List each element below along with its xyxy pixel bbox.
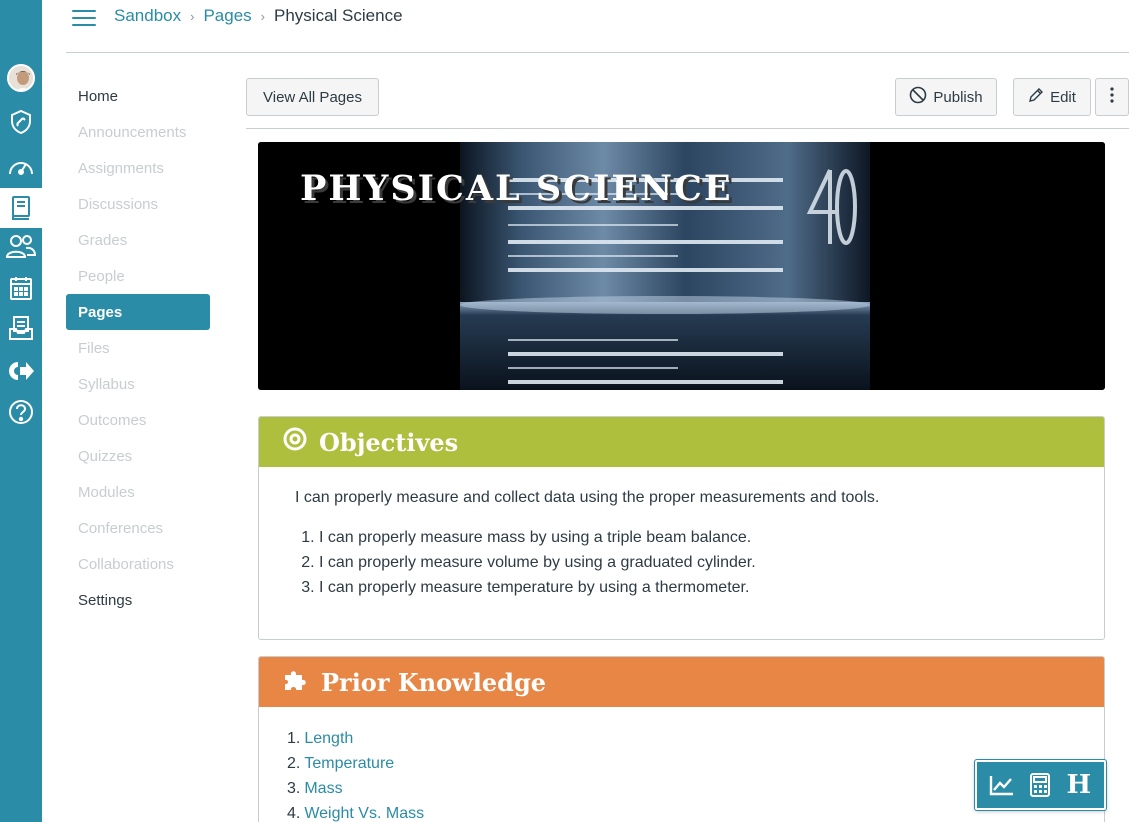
calendar-icon [9,275,33,301]
pencil-icon [1028,87,1044,107]
avatar [7,64,35,92]
inbox-icon [8,315,34,341]
chart-line-icon[interactable] [986,769,1018,801]
edit-button[interactable]: Edit [1013,78,1091,116]
banner-title: PHYSICAL SCIENCE [300,168,733,209]
course-nav-grades[interactable]: Grades [66,222,210,258]
objective-item: I can properly measure mass by using a t… [319,525,1068,550]
list-item: 1. Length [287,730,354,747]
course-nav-discussions[interactable]: Discussions [66,186,210,222]
calculator-icon[interactable] [1024,769,1056,801]
breadcrumb: Sandbox › Pages › Physical Science [114,6,403,26]
course-nav-pages[interactable]: Pages [66,294,210,330]
course-nav-collaborations[interactable]: Collaborations [66,546,210,582]
course-nav-outcomes[interactable]: Outcomes [66,402,210,438]
course-nav-people[interactable]: People [66,258,210,294]
link-temperature[interactable]: Temperature [304,755,394,772]
objectives-title: Objectives [319,427,459,457]
dashboard-nav[interactable] [0,146,42,186]
objectives-list: I can properly measure mass by using a t… [295,525,1068,600]
help-nav[interactable] [0,392,42,432]
edit-label: Edit [1050,88,1076,106]
more-options-button[interactable] [1095,78,1129,116]
puzzle-piece-icon [283,667,309,697]
list-item: 4. Weight Vs. Mass [287,805,425,822]
unpublished-icon [909,86,927,108]
objective-item: I can properly measure volume by using a… [319,550,1068,575]
top-bar: Sandbox › Pages › Physical Science [66,0,1129,53]
view-all-pages-label: View All Pages [263,88,362,106]
link-length[interactable]: Length [304,730,353,747]
course-nav-home[interactable]: Home [66,78,210,114]
publish-button[interactable]: Publish [895,78,997,116]
course-nav-assignments[interactable]: Assignments [66,150,210,186]
objectives-intro: I can properly measure and collect data … [295,489,880,506]
h-tool-button[interactable]: H [1063,769,1095,801]
book-icon [10,195,32,221]
floating-tools: H [975,760,1106,810]
speedometer-icon [7,154,35,178]
publish-label: Publish [933,88,983,106]
share-arrow-icon [7,360,35,382]
inbox-nav[interactable] [0,308,42,348]
groups-nav[interactable] [0,226,42,266]
course-nav-modules[interactable]: Modules [66,474,210,510]
list-item: 2. Temperature [287,755,395,772]
page-banner: PHYSICAL SCIENCE [258,142,1105,390]
commons-nav[interactable] [0,351,42,391]
course-nav-files[interactable]: Files [66,330,210,366]
global-nav [0,0,42,822]
target-icon [283,427,307,457]
shield-wrench-icon [8,109,34,135]
account-avatar[interactable] [0,58,42,98]
prior-knowledge-title: Prior Knowledge [321,667,547,697]
calendar-nav[interactable] [0,268,42,308]
prior-knowledge-list: 1. Length 2. Temperature 3. Mass 4. Weight V… [287,726,1076,822]
course-nav: Home Announcements Assignments Discussio… [66,78,210,618]
toolbar-divider [246,128,1129,129]
objectives-panel: Objectives I can properly measure and co… [258,416,1105,640]
objective-item: I can properly measure temperature by us… [319,575,1068,600]
course-nav-quizzes[interactable]: Quizzes [66,438,210,474]
kebab-menu-icon [1110,87,1114,107]
link-mass[interactable]: Mass [304,780,342,797]
chevron-right-icon: › [260,8,266,24]
breadcrumb-pages[interactable]: Pages [203,6,251,26]
link-weight-vs-mass[interactable]: Weight Vs. Mass [304,805,424,822]
users-icon [5,233,37,259]
chevron-right-icon: › [190,8,195,24]
hamburger-menu-icon[interactable] [72,10,96,28]
prior-knowledge-header: Prior Knowledge [259,657,1104,707]
courses-nav[interactable] [0,188,42,228]
view-all-pages-button[interactable]: View All Pages [246,78,379,116]
admin-nav[interactable] [0,102,42,142]
course-nav-syllabus[interactable]: Syllabus [66,366,210,402]
breadcrumb-sandbox[interactable]: Sandbox [114,6,181,26]
objectives-header: Objectives [259,417,1104,467]
breadcrumb-current: Physical Science [274,6,403,25]
list-item: 3. Mass [287,780,343,797]
course-nav-announcements[interactable]: Announcements [66,114,210,150]
objectives-body: I can properly measure and collect data … [259,467,1104,622]
question-circle-icon [8,399,34,425]
course-nav-settings[interactable]: Settings [66,582,210,618]
course-nav-conferences[interactable]: Conferences [66,510,210,546]
